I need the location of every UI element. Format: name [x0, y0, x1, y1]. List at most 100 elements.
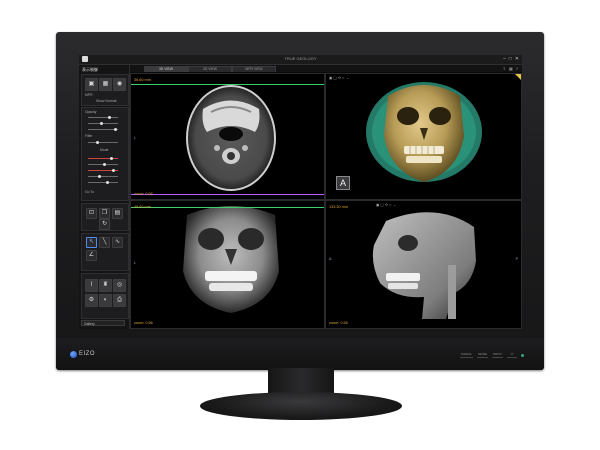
render-settings-panel: Opacity Filter Mode Go To [81, 107, 129, 201]
anterior-badge: A [336, 176, 350, 190]
disc-tool-button[interactable]: ◐ [99, 294, 112, 307]
coronal-plane-line[interactable] [131, 194, 324, 195]
monitor-bezel: EIZO SIGNAL MODE INPUT ⏻ [56, 338, 544, 370]
curve-tool-button[interactable]: ∿ [112, 237, 123, 248]
tool-sidebar: 表示制御 ▣ ▦ ◉ MPR Show Normal Opacity Filte… [79, 65, 130, 329]
red-slider-knob[interactable] [110, 157, 113, 160]
filter-slider-knob[interactable] [96, 141, 99, 144]
window-controls: – □ ✕ [503, 56, 519, 62]
paste-tool-button[interactable]: ▤ [112, 208, 123, 219]
filter-slider[interactable] [88, 141, 118, 144]
contrast-slider[interactable] [88, 128, 118, 131]
channel-slider-2-knob[interactable] [103, 163, 106, 166]
brand-mark-icon [70, 350, 77, 358]
view-panel: ▣ ▦ ◉ MPR Show Normal [81, 74, 129, 106]
scroll-label: Go To [85, 190, 94, 194]
settings-tool-button[interactable]: ⚙ [85, 294, 98, 307]
measure-tools-panel: ↖ ╲ ∿ ∠ [81, 233, 129, 271]
sagittal-anterior-marker: A [329, 257, 332, 261]
skull-3d-render [366, 82, 482, 182]
channel-slider-2[interactable] [88, 163, 118, 166]
nerve-tool-button[interactable]: ⌇ [85, 279, 98, 292]
axial-distance: 36.60 mm [134, 78, 151, 82]
channel-slider-5-knob[interactable] [106, 181, 109, 184]
hw-button-input[interactable]: INPUT [492, 352, 503, 358]
help-icon[interactable]: ? [516, 66, 518, 71]
coronal-zoom: zoom: 0.56 [134, 321, 153, 325]
red-channel-slider-2[interactable] [88, 169, 118, 172]
view-mode-label: MPR [85, 93, 93, 97]
camera-tool-button[interactable]: ◎ [113, 279, 126, 292]
sagittal-toolbar: ▣ ▢ ⟲ ☼ ⌄ [376, 203, 397, 207]
cube-view-button[interactable]: ▣ [85, 78, 98, 91]
preset-label: Show Normal [96, 99, 117, 103]
layout-button[interactable]: ▦ [99, 78, 112, 91]
channel-slider-5[interactable] [88, 181, 118, 184]
implant-tool-button[interactable]: ♜ [99, 279, 112, 292]
export-icon[interactable]: ⇪ [503, 66, 506, 71]
sagittal-posterior-marker: P [515, 257, 518, 261]
minimize-icon[interactable]: – [503, 56, 506, 62]
angle-tool-button[interactable]: ∠ [86, 250, 97, 261]
brightness-slider[interactable] [88, 122, 118, 125]
render-toolbar: ▣ ▢ ⟲ ☼ ⌄ [329, 76, 350, 80]
window-title: TRUE GEOLOGY [284, 56, 317, 61]
tooth-tools-panel: ⌇ ♜ ◎ ⚙ ◐ ⎙ [81, 273, 129, 319]
sagittal-zoom: zoom: 0.56 [329, 321, 348, 325]
title-bar: TRUE GEOLOGY – □ ✕ [79, 55, 522, 65]
sidebar-title: 表示制御 [82, 67, 98, 72]
render3d-viewport[interactable]: ▣ ▢ ⟲ ☼ ⌄ A [325, 73, 522, 200]
axial-left-marker: L [134, 136, 136, 140]
app-screen: TRUE GEOLOGY – □ ✕ 表示制御 ▣ ▦ ◉ MPR Show N… [79, 55, 522, 329]
monitor-stand-base [200, 392, 402, 420]
filter-label: Filter [85, 134, 93, 138]
opacity-label: Opacity [85, 110, 97, 114]
coronal-axial-line[interactable] [131, 207, 324, 208]
hardware-buttons: SIGNAL MODE INPUT ⏻ [459, 352, 524, 358]
axial-zoom: zoom: 0.56 [134, 192, 153, 196]
tab-mpr-view[interactable]: MPR VIEW [232, 66, 276, 72]
hw-button-signal[interactable]: SIGNAL [459, 352, 473, 358]
grid-icon[interactable]: ▦ [509, 66, 513, 71]
sagittal-distance: 133.30 mm [329, 205, 348, 209]
opacity-slider[interactable] [88, 116, 118, 119]
power-led [521, 353, 524, 357]
axial-viewport[interactable]: 36.60 mm zoom: 0.56 L [130, 73, 325, 200]
sagittal-xray-image [372, 212, 476, 319]
red-slider-2-knob[interactable] [112, 169, 115, 172]
crop-tool-button[interactable]: ⊡ [86, 208, 97, 219]
print-tool-button[interactable]: ⎙ [113, 294, 126, 307]
active-corner-icon [515, 74, 521, 80]
capture-button[interactable]: ◉ [113, 78, 126, 91]
coronal-viewport[interactable]: 49.60 mm zoom: 0.56 L [130, 200, 325, 329]
rotate-tool-button[interactable]: ↻ [99, 219, 110, 230]
brand-name: EIZO [79, 351, 96, 357]
channel-slider-4[interactable] [88, 175, 118, 178]
opacity-slider-knob[interactable] [108, 116, 111, 119]
red-channel-slider[interactable] [88, 157, 118, 160]
brightness-slider-knob[interactable] [100, 122, 103, 125]
tab-2d-view[interactable]: 2D VIEW [188, 66, 232, 72]
hw-button-power[interactable]: ⏻ [507, 352, 517, 358]
top-toolbar: ⇪ ▦ ? [503, 66, 518, 71]
contrast-slider-knob[interactable] [114, 128, 117, 131]
display-mode-label: Mode [100, 148, 109, 152]
edit-tools-panel: ⊡ ❐ ▤ ↻ [81, 203, 129, 231]
axial-ct-image [186, 85, 276, 191]
line-tool-button[interactable]: ╲ [99, 237, 110, 248]
tab-3d-view[interactable]: 3D VIEW [144, 66, 188, 72]
brand-logo: EIZO [70, 349, 95, 359]
coronal-xray-image [183, 206, 279, 313]
hw-button-mode[interactable]: MODE [477, 352, 488, 358]
view-tabs: 3D VIEW 2D VIEW MPR VIEW ⇪ ▦ ? [130, 65, 522, 72]
axial-plane-line[interactable] [131, 84, 324, 85]
maximize-icon[interactable]: □ [509, 56, 512, 62]
sagittal-viewport[interactable]: ▣ ▢ ⟲ ☼ ⌄ 133.30 mm zoom: 0.56 A P [325, 200, 522, 329]
channel-slider-4-knob[interactable] [98, 175, 101, 178]
copy-tool-button[interactable]: ❐ [99, 208, 110, 219]
coronal-distance: 49.60 mm [134, 205, 151, 209]
gallery-dropdown[interactable]: Gallery [81, 320, 125, 326]
close-icon[interactable]: ✕ [515, 56, 519, 62]
coronal-left-marker: L [134, 261, 136, 265]
pointer-tool-button[interactable]: ↖ [86, 237, 97, 248]
